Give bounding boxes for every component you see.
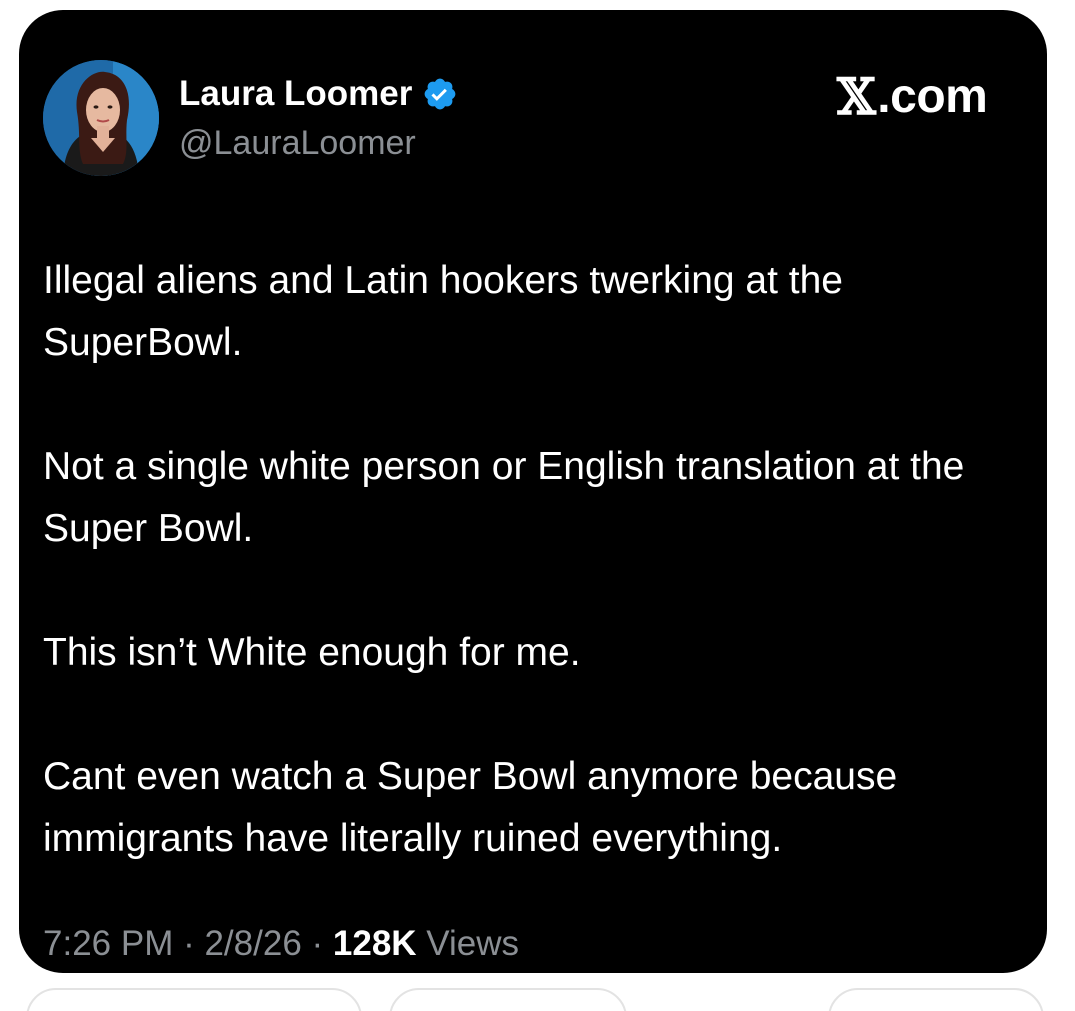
tweet-card: Laura Loomer @LauraLoomer 𝕏 .com Illegal… — [19, 10, 1047, 973]
tweet-paragraph: Illegal aliens and Latin hookers twerkin… — [43, 259, 843, 364]
tweet-paragraph: Not a single white person or English tra… — [43, 445, 965, 550]
meta-separator: · — [301, 924, 333, 963]
action-pill-middle[interactable] — [389, 988, 627, 1011]
meta-separator: · — [173, 924, 205, 963]
author-handle[interactable]: @LauraLoomer — [179, 122, 416, 164]
screenshot-page: Laura Loomer @LauraLoomer 𝕏 .com Illegal… — [0, 0, 1075, 1011]
action-pill-left[interactable] — [26, 988, 362, 1011]
action-pill-right[interactable] — [828, 988, 1044, 1011]
views-label: Views — [416, 924, 520, 963]
avatar[interactable] — [43, 60, 159, 176]
tweet-meta: 7:26 PM · 2/8/26 · 128K Views — [43, 922, 519, 966]
display-name[interactable]: Laura Loomer — [179, 72, 458, 116]
tweet-text: Illegal aliens and Latin hookers twerkin… — [43, 250, 1033, 870]
display-name-text: Laura Loomer — [179, 74, 413, 113]
verified-badge-icon[interactable] — [422, 76, 458, 112]
views-count: 128K — [332, 924, 417, 963]
x-logo-icon: 𝕏 — [837, 67, 876, 126]
brand-domain: .com — [877, 70, 988, 123]
tweet-time[interactable]: 7:26 PM — [43, 924, 173, 963]
x-com-watermark: 𝕏 .com — [837, 67, 988, 126]
tweet-paragraph: This isn’t White enough for me. — [43, 631, 581, 674]
tweet-paragraph: Cant even watch a Super Bowl anymore bec… — [43, 755, 898, 860]
tweet-date[interactable]: 2/8/26 — [204, 924, 301, 963]
